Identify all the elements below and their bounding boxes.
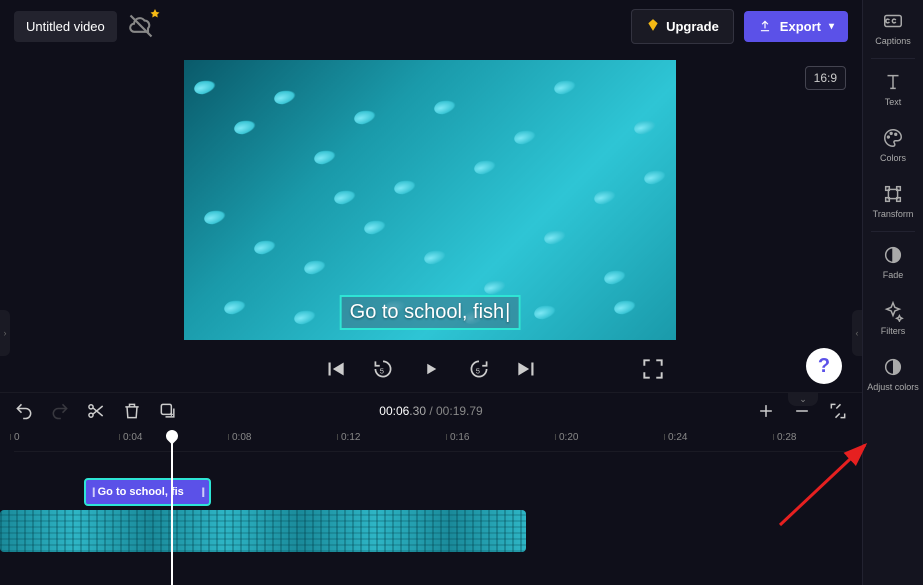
- captions-icon: [882, 10, 904, 32]
- sidebar-item-fade[interactable]: Fade: [863, 234, 923, 290]
- forward-5s-button[interactable]: 5: [466, 356, 492, 382]
- timecode-display: 00:06.30 / 00:19.79: [379, 404, 482, 418]
- ruler-tick: 0:12: [341, 432, 360, 443]
- upload-icon: [758, 19, 772, 33]
- adjust-colors-icon: [882, 356, 904, 378]
- undo-button[interactable]: [14, 401, 34, 421]
- ruler-tick: 0:04: [123, 432, 142, 443]
- aspect-ratio-button[interactable]: 16:9: [805, 66, 846, 90]
- ruler-tick: 0:24: [668, 432, 687, 443]
- timeline-toolbar: 00:06.30 / 00:19.79: [0, 392, 862, 428]
- chevron-down-icon: ▾: [829, 21, 834, 32]
- playback-controls: 5 5: [0, 346, 862, 392]
- redo-button[interactable]: [50, 401, 70, 421]
- project-title-button[interactable]: Untitled video: [14, 11, 117, 42]
- ruler-tick: 0:28: [777, 432, 796, 443]
- sidebar-item-filters[interactable]: Filters: [863, 290, 923, 346]
- help-button[interactable]: ?: [806, 348, 842, 384]
- topbar: Untitled video Upgrade Export ▾: [0, 0, 862, 52]
- skip-start-button[interactable]: [322, 356, 348, 382]
- duplicate-button[interactable]: [158, 401, 178, 421]
- fit-timeline-button[interactable]: [828, 401, 848, 421]
- video-clip[interactable]: [0, 510, 526, 552]
- sidebar-item-colors[interactable]: Colors: [863, 117, 923, 173]
- play-button[interactable]: [418, 356, 444, 382]
- timeline-ruler[interactable]: 0 0:04 0:08 0:12 0:16 0:20 0:24 0:28: [14, 428, 848, 452]
- export-button[interactable]: Export ▾: [744, 11, 848, 42]
- video-preview[interactable]: Go to school, fish: [184, 60, 676, 340]
- rewind-5s-button[interactable]: 5: [370, 356, 396, 382]
- clip-handle-left[interactable]: ||: [92, 487, 94, 498]
- question-icon: ?: [818, 355, 830, 378]
- caption-clip[interactable]: || Go to school, fis ||: [84, 478, 211, 506]
- collapse-controls-tab[interactable]: ⌄: [788, 392, 818, 406]
- fade-icon: [882, 244, 904, 266]
- delete-button[interactable]: [122, 401, 142, 421]
- ruler-tick: 0:08: [232, 432, 251, 443]
- text-icon: [882, 71, 904, 93]
- palette-icon: [882, 127, 904, 149]
- svg-text:5: 5: [380, 366, 384, 375]
- split-button[interactable]: [86, 401, 106, 421]
- upgrade-button[interactable]: Upgrade: [631, 9, 734, 44]
- preview-area: › ‹ 16:9 Go to school, fish 5 5: [0, 52, 862, 392]
- cloud-sync-off-icon[interactable]: [127, 12, 155, 40]
- ruler-tick: 0: [14, 432, 20, 443]
- caption-text-input[interactable]: Go to school, fish: [350, 301, 511, 323]
- ruler-tick: 0:20: [559, 432, 578, 443]
- timeline[interactable]: 0 0:04 0:08 0:12 0:16 0:20 0:24 0:28 || …: [0, 428, 862, 585]
- ruler-tick: 0:16: [450, 432, 469, 443]
- sidebar-item-text[interactable]: Text: [863, 61, 923, 117]
- clip-handle-right[interactable]: ||: [201, 487, 203, 498]
- caption-overlay[interactable]: Go to school, fish: [340, 295, 521, 330]
- filters-icon: [882, 300, 904, 322]
- fullscreen-button[interactable]: [640, 356, 666, 382]
- diamond-icon: [646, 18, 660, 35]
- add-track-button[interactable]: [756, 401, 776, 421]
- skip-end-button[interactable]: [514, 356, 540, 382]
- transform-icon: [882, 183, 904, 205]
- clip-label: Go to school, fis: [98, 486, 184, 498]
- svg-text:5: 5: [476, 366, 480, 375]
- sidebar-item-captions[interactable]: Captions: [863, 0, 923, 56]
- sidebar-item-adjust-colors[interactable]: Adjust colors: [863, 346, 923, 402]
- sidebar-item-transform[interactable]: Transform: [863, 173, 923, 229]
- right-sidebar: Captions Text Colors Transform Fade Filt…: [862, 0, 923, 585]
